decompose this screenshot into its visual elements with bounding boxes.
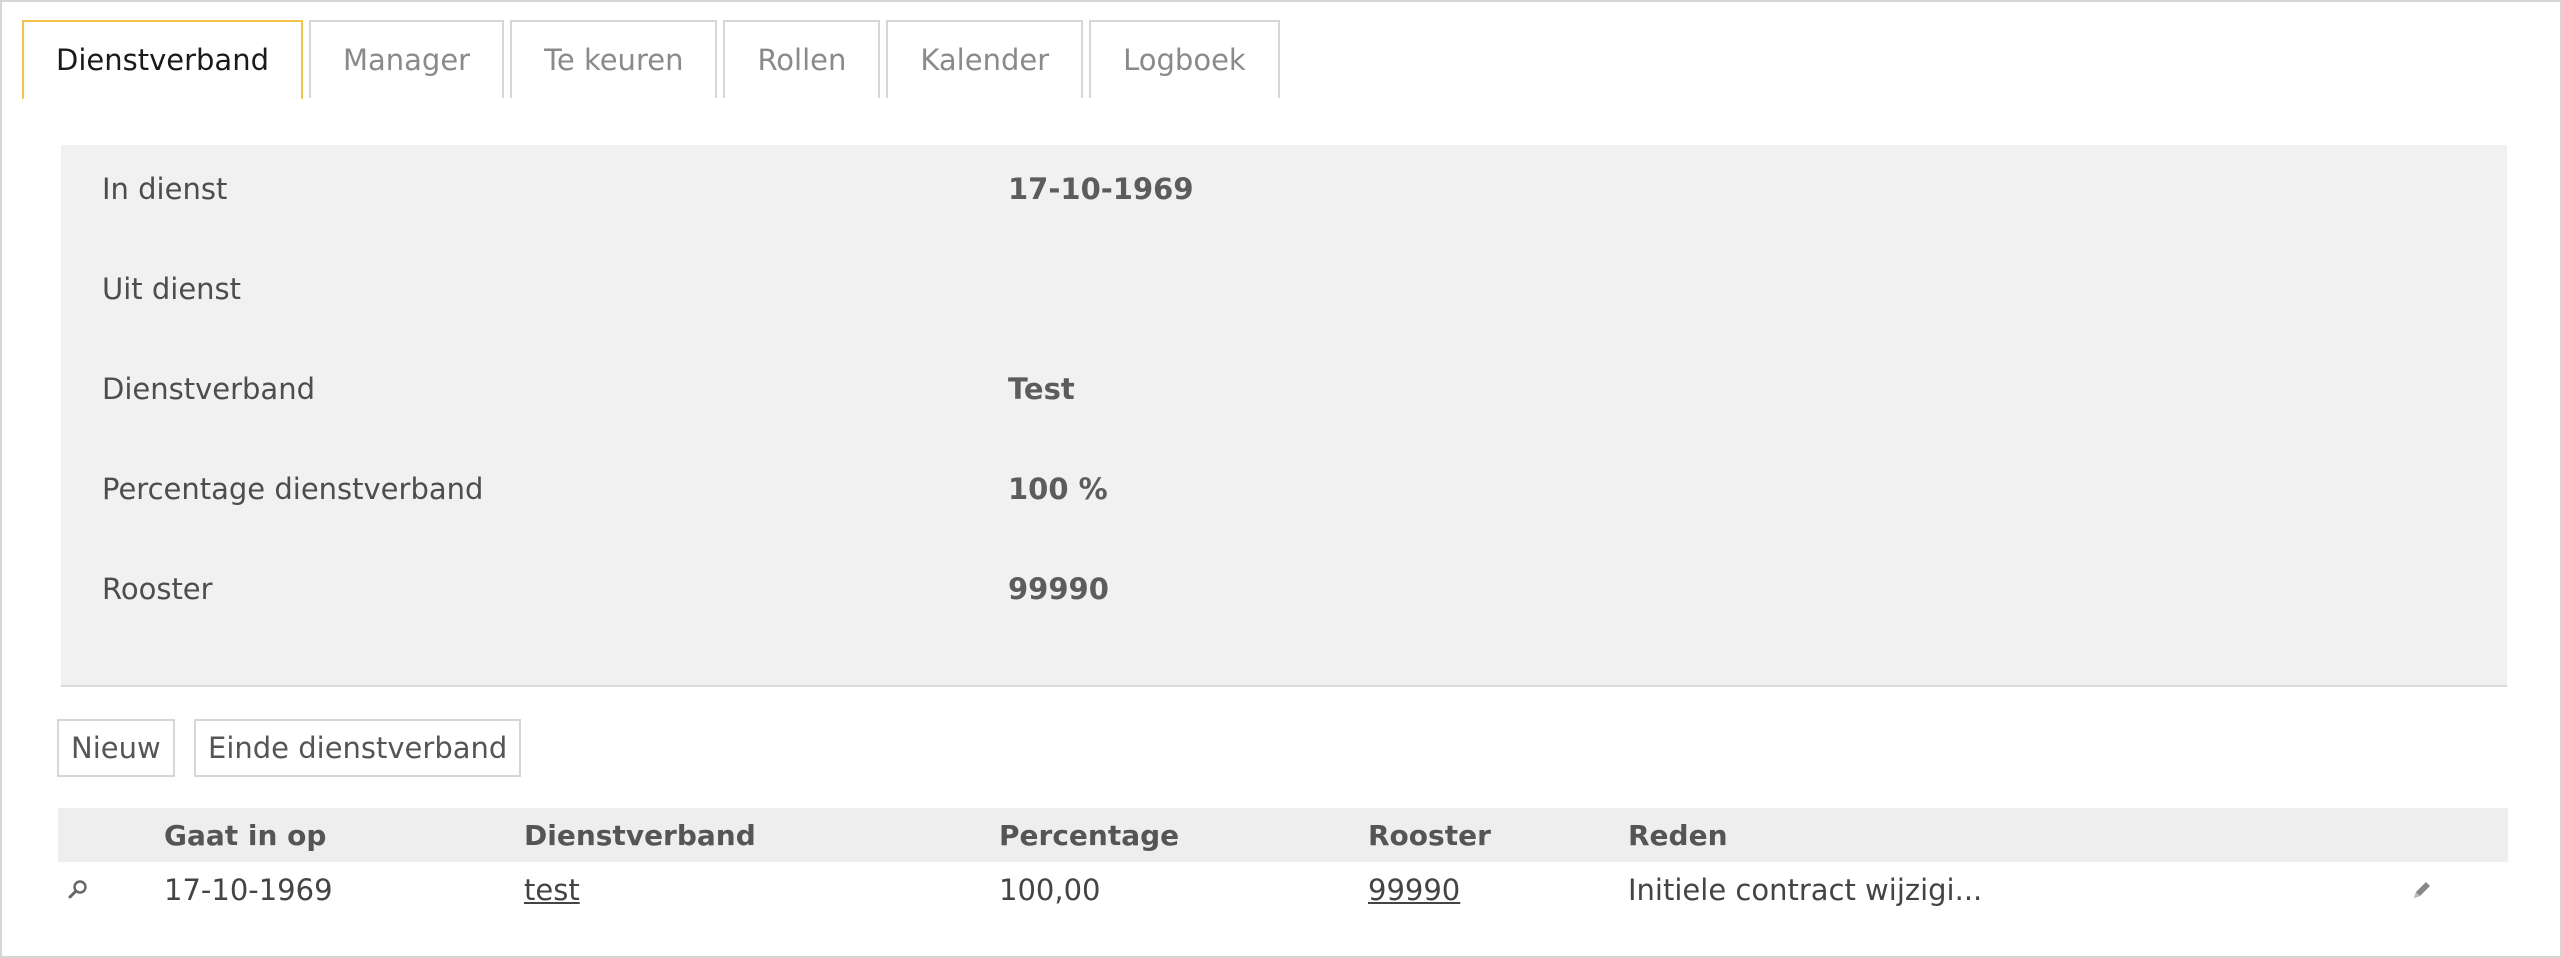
detail-row-rooster: Rooster 99990 [61, 559, 2507, 619]
dienstverband-link[interactable]: test [524, 873, 580, 907]
detail-label: Dienstverband [102, 372, 315, 406]
tab-logboek[interactable]: Logboek [1089, 20, 1280, 98]
column-header-percentage[interactable]: Percentage [999, 808, 1179, 862]
pencil-icon[interactable] [2408, 876, 2436, 904]
detail-value: 17-10-1969 [1008, 172, 1194, 206]
new-button[interactable]: Nieuw [57, 719, 175, 777]
detail-label: Rooster [102, 572, 213, 606]
detail-row-percentage: Percentage dienstverband 100 % [61, 459, 2507, 519]
tab-kalender[interactable]: Kalender [886, 20, 1084, 98]
detail-row-in-dienst: In dienst 17-10-1969 [61, 159, 2507, 219]
detail-row-uit-dienst: Uit dienst [61, 259, 2507, 319]
column-header-gaat-in-op[interactable]: Gaat in op [164, 808, 326, 862]
table-header: Gaat in op Dienstverband Percentage Roos… [58, 808, 2508, 862]
table-row: 17-10-1969 test 100,00 99990 Initiele co… [58, 862, 2508, 918]
tab-te-keuren[interactable]: Te keuren [510, 20, 718, 98]
tab-rollen[interactable]: Rollen [723, 20, 881, 98]
detail-label: Percentage dienstverband [102, 472, 484, 506]
main-frame: Dienstverband Manager Te keuren Rollen K… [0, 0, 2562, 958]
end-employment-button[interactable]: Einde dienstverband [194, 719, 522, 777]
tab-manager[interactable]: Manager [308, 20, 505, 98]
column-header-reden[interactable]: Reden [1628, 808, 1728, 862]
column-header-rooster[interactable]: Rooster [1368, 808, 1491, 862]
employment-details-panel: In dienst 17-10-1969 Uit dienst Dienstve… [61, 145, 2507, 687]
detail-label: Uit dienst [102, 272, 242, 306]
tab-bar: Dienstverband Manager Te keuren Rollen K… [22, 20, 1280, 100]
tab-dienstverband[interactable]: Dienstverband [22, 20, 303, 100]
column-header-dienstverband[interactable]: Dienstverband [524, 808, 756, 862]
detail-value: 100 % [1008, 472, 1108, 506]
cell-rooster: 99990 [1368, 862, 1460, 918]
cell-gaat-in-op: 17-10-1969 [164, 873, 333, 907]
magnifier-icon[interactable] [64, 876, 92, 904]
cell-reden: Initiele contract wijzigi... [1628, 873, 1983, 907]
detail-row-dienstverband: Dienstverband Test [61, 359, 2507, 419]
cell-dienstverband: test [524, 862, 580, 918]
detail-value: Test [1008, 372, 1075, 406]
rooster-link[interactable]: 99990 [1368, 873, 1460, 907]
cell-percentage: 100,00 [999, 873, 1101, 907]
detail-label: In dienst [102, 172, 228, 206]
detail-value: 99990 [1008, 572, 1109, 606]
